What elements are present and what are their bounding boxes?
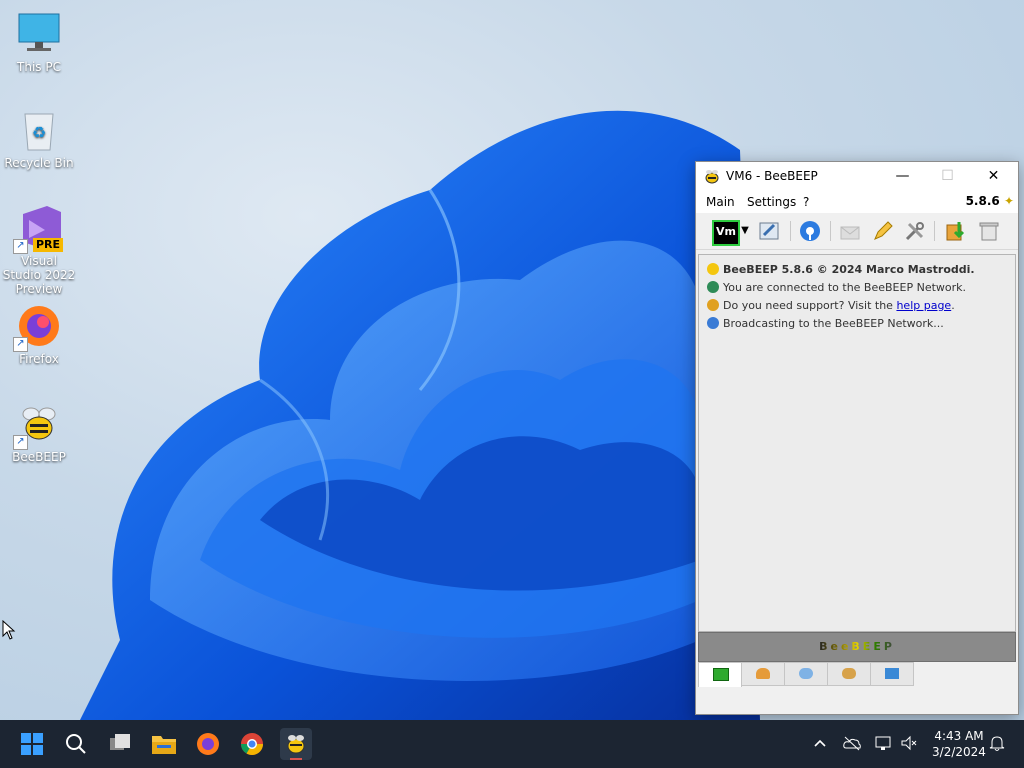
version-text: 5.8.6: [965, 194, 1000, 208]
log-line: BeeBEEP 5.8.6 © 2024 Marco Mastroddi.: [707, 263, 975, 276]
chevron-up-icon[interactable]: [812, 735, 828, 754]
toolbar-separator: [830, 221, 831, 241]
firefox-icon[interactable]: [192, 728, 224, 760]
broadcast-icon[interactable]: [799, 220, 821, 242]
shortcut-arrow-icon: ↗: [13, 435, 28, 450]
tab-messages[interactable]: [784, 662, 828, 686]
users-icon: [756, 668, 770, 679]
log-text: You are connected to the BeeBEEP Network…: [723, 281, 967, 294]
log-line: You are connected to the BeeBEEP Network…: [707, 281, 966, 294]
pencil-icon[interactable]: [872, 220, 894, 242]
shortcut-arrow-icon: ↗: [13, 337, 28, 352]
shortcut-arrow-icon: ↗: [13, 239, 28, 254]
toolbar: Vm ▼: [696, 213, 1018, 250]
chrome-icon[interactable]: [236, 728, 268, 760]
beebeep-banner: BeeBEEP: [698, 632, 1016, 662]
chat-log[interactable]: BeeBEEP 5.8.6 © 2024 Marco Mastroddi. Yo…: [698, 254, 1016, 632]
beebeep-icon[interactable]: [280, 728, 312, 760]
recycle-bin-icon: ♻: [15, 106, 63, 154]
desktop-icon-this-pc[interactable]: This PC: [1, 10, 77, 74]
trash-icon[interactable]: [978, 220, 1000, 242]
log-text: BeeBEEP 5.8.6 © 2024 Marco Mastroddi.: [723, 263, 975, 276]
desktop-icon-label: Firefox: [19, 352, 59, 366]
taskbar: 4:43 AM 3/2/2024: [0, 720, 1024, 768]
groups-icon: [842, 668, 856, 679]
desktop-icon-firefox[interactable]: ↗ Firefox: [1, 302, 77, 366]
cloud-offline-icon[interactable]: [842, 735, 862, 754]
mail-icon[interactable]: [839, 220, 861, 242]
desktop-icon-visual-studio[interactable]: PRE ↗ Visual Studio 2022 Preview: [1, 204, 77, 296]
task-view-icon[interactable]: [104, 728, 136, 760]
menu-main[interactable]: Main: [706, 195, 735, 209]
tab-groups[interactable]: [827, 662, 871, 686]
messages-icon: [799, 668, 813, 679]
close-button[interactable]: ✕: [971, 162, 1016, 191]
clock-time: 4:43 AM: [934, 729, 984, 743]
bee-icon: [704, 168, 720, 184]
help-page-link[interactable]: help page: [896, 299, 951, 312]
title-bar[interactable]: VM6 - BeeBEEP — ☐ ✕: [696, 162, 1018, 191]
support-icon: [707, 299, 719, 311]
firefox-icon: ↗: [13, 302, 63, 352]
bee-icon: ↗: [13, 400, 63, 450]
banner-text: BeeBEEP: [819, 640, 895, 653]
maximize-button[interactable]: ☐: [925, 162, 970, 191]
monitor-icon: [15, 10, 63, 58]
log-text: .: [951, 299, 955, 312]
edit-profile-icon[interactable]: [758, 220, 780, 242]
chat-icon: [713, 668, 729, 681]
start-icon[interactable]: [16, 728, 48, 760]
clock[interactable]: 4:43 AM 3/2/2024: [924, 728, 994, 760]
volume-muted-icon[interactable]: [900, 735, 920, 754]
desktop-icon-label: This PC: [17, 60, 61, 74]
visual-studio-icon: PRE ↗: [13, 204, 63, 254]
menu-settings[interactable]: Settings: [747, 195, 796, 209]
tab-share[interactable]: [870, 662, 914, 686]
desktop-icon-label: BeeBEEP: [12, 450, 66, 464]
tab-users[interactable]: [741, 662, 785, 686]
log-text: Broadcasting to the BeeBEEP Network...: [723, 317, 944, 330]
download-folder-icon[interactable]: [944, 220, 966, 242]
beebeep-window[interactable]: VM6 - BeeBEEP — ☐ ✕ Main Settings ? 5.8.…: [695, 161, 1019, 715]
minimize-button[interactable]: —: [880, 162, 925, 191]
log-text: Do you need support? Visit the: [723, 299, 897, 312]
desktop-icon-recycle-bin[interactable]: ♻ Recycle Bin: [1, 106, 77, 170]
desktop-icon-beebeep[interactable]: ↗ BeeBEEP: [1, 400, 77, 464]
log-line: Do you need support? Visit the help page…: [707, 299, 955, 312]
toolbar-separator: [934, 221, 935, 241]
tools-icon[interactable]: [904, 220, 926, 242]
bee-icon: ✦: [1003, 194, 1014, 208]
tab-chat[interactable]: [698, 662, 742, 687]
desktop-icon-label: Recycle Bin: [4, 156, 74, 170]
clock-date: 3/2/2024: [932, 745, 986, 759]
broadcast-icon: [707, 317, 719, 329]
status-button[interactable]: Vm: [712, 220, 740, 246]
preview-badge: PRE: [32, 238, 63, 252]
chevron-down-icon[interactable]: ▼: [740, 220, 750, 242]
version-label: 5.8.6 ✦: [966, 194, 1014, 208]
network-icon[interactable]: [874, 735, 894, 754]
bee-icon: [707, 263, 719, 275]
bottom-tabs: [698, 662, 1014, 687]
search-icon[interactable]: [60, 728, 92, 760]
menu-help[interactable]: ?: [803, 195, 809, 209]
log-line: Broadcasting to the BeeBEEP Network...: [707, 317, 944, 330]
notification-bell-icon[interactable]: [988, 734, 1006, 755]
svg-text:♻: ♻: [32, 123, 46, 142]
connected-icon: [707, 281, 719, 293]
toolbar-separator: [790, 221, 791, 241]
mouse-cursor-icon: [2, 619, 16, 643]
share-icon: [885, 668, 899, 679]
window-title: VM6 - BeeBEEP: [726, 169, 818, 183]
desktop-icon-label: Visual Studio 2022 Preview: [2, 254, 76, 296]
menu-bar: Main Settings ? 5.8.6 ✦: [696, 191, 1018, 213]
file-explorer-icon[interactable]: [148, 728, 180, 760]
